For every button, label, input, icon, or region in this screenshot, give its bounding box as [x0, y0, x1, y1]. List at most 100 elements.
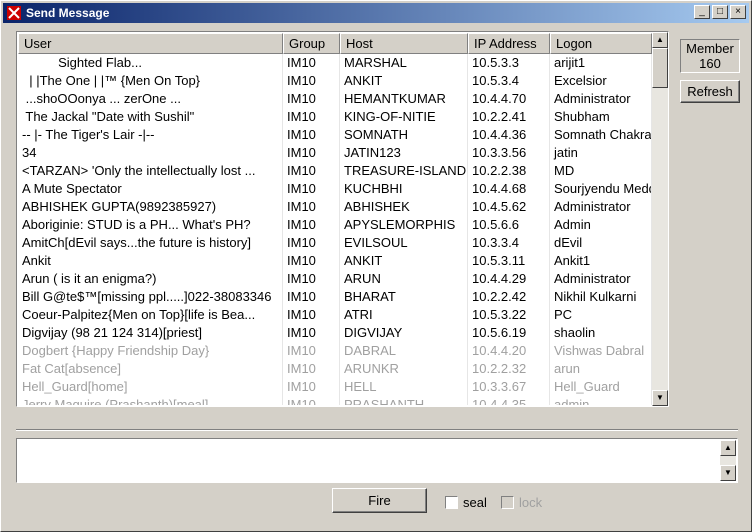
- seal-label: seal: [463, 495, 487, 510]
- cell-logon: Sourjyendu Medda: [550, 180, 652, 198]
- cell-host: PRASHANTH: [340, 396, 468, 405]
- cell-host: JATIN123: [340, 144, 468, 162]
- cell-host: HEMANTKUMAR: [340, 90, 468, 108]
- table-row[interactable]: A Mute Spectator IM10 KUCHBHI 10.4.4.68 Sour…: [18, 180, 652, 198]
- table-row[interactable]: AmitCh[dEvil says...the future is histor…: [18, 234, 652, 252]
- table-row[interactable]: Dogbert {Happy Friendship Day} IM10 DABRAL…: [18, 342, 652, 360]
- cell-logon: Administrator: [550, 270, 652, 288]
- seal-checkbox-box[interactable]: [445, 496, 458, 509]
- message-input[interactable]: ▲ ▼: [16, 438, 738, 483]
- cell-user: Sighted Flab...: [18, 54, 283, 72]
- cell-group: IM10: [283, 360, 340, 378]
- maximize-button[interactable]: □: [712, 5, 728, 19]
- cell-ip-address: 10.5.3.3: [468, 54, 550, 72]
- list-rows: Sighted Flab... IM10 MARSHAL 10.5.3.3 arijit…: [18, 54, 652, 405]
- table-row[interactable]: Sighted Flab... IM10 MARSHAL 10.5.3.3 arijit…: [18, 54, 652, 72]
- user-list[interactable]: User Group Host IP Address Logon Sighted…: [16, 31, 669, 407]
- title-bar[interactable]: Send Message _ □ ×: [3, 3, 749, 23]
- window-title: Send Message: [26, 6, 110, 20]
- table-row[interactable]: ...shoOOonya ... zerOne ... IM10 HEMANTKUM…: [18, 90, 652, 108]
- scroll-down-button[interactable]: ▼: [652, 390, 668, 406]
- cell-host: DABRAL: [340, 342, 468, 360]
- cell-group: IM10: [283, 108, 340, 126]
- table-row[interactable]: Digvijay (98 21 124 314)[priest] IM10 DIGV…: [18, 324, 652, 342]
- separator: [16, 429, 738, 431]
- table-row[interactable]: Aboriginie: STUD is a PH... What's PH? IM…: [18, 216, 652, 234]
- table-row[interactable]: Bill G@te$™[missing ppl.....]022-3808334…: [18, 288, 652, 306]
- message-scrollbar[interactable]: ▲ ▼: [720, 440, 736, 481]
- cell-user: Arun ( is it an enigma?): [18, 270, 283, 288]
- cell-group: IM10: [283, 378, 340, 396]
- cell-ip-address: 10.4.4.20: [468, 342, 550, 360]
- lock-checkbox[interactable]: lock: [501, 495, 542, 510]
- cell-user: The Jackal "Date with Sushil": [18, 108, 283, 126]
- minimize-button[interactable]: _: [694, 5, 710, 19]
- table-row[interactable]: Coeur-Palpitez{Men on Top}[life is Bea..…: [18, 306, 652, 324]
- message-scroll-up-button[interactable]: ▲: [720, 440, 736, 456]
- cell-ip-address: 10.5.6.6: [468, 216, 550, 234]
- scroll-up-button[interactable]: ▲: [652, 32, 668, 48]
- cell-host: ARUNKR: [340, 360, 468, 378]
- list-scrollbar[interactable]: ▲ ▼: [652, 32, 668, 406]
- cell-logon: shaolin: [550, 324, 652, 342]
- table-row[interactable]: Jerry Maguire (Prashanth)[meal] IM10 PRASH…: [18, 396, 652, 405]
- cell-user: ...shoOOonya ... zerOne ...: [18, 90, 283, 108]
- cell-host: SOMNATH: [340, 126, 468, 144]
- table-row[interactable]: Hell_Guard[home] IM10 HELL 10.3.3.67 Hell_Gu…: [18, 378, 652, 396]
- cell-logon: Ankit1: [550, 252, 652, 270]
- message-scroll-down-button[interactable]: ▼: [720, 465, 736, 481]
- cell-group: IM10: [283, 90, 340, 108]
- cell-logon: Administrator: [550, 90, 652, 108]
- column-header-group[interactable]: Group: [283, 33, 340, 54]
- cell-ip-address: 10.4.4.29: [468, 270, 550, 288]
- table-row[interactable]: 34 IM10 JATIN123 10.3.3.56 jatin: [18, 144, 652, 162]
- cell-user: Bill G@te$™[missing ppl.....]022-3808334…: [18, 288, 283, 306]
- column-header-user[interactable]: User: [18, 33, 283, 54]
- cell-group: IM10: [283, 342, 340, 360]
- table-row[interactable]: -- |- The Tiger's Lair -|-- IM10 SOMNATH 10…: [18, 126, 652, 144]
- cell-user: Jerry Maguire (Prashanth)[meal]: [18, 396, 283, 405]
- cell-group: IM10: [283, 72, 340, 90]
- cell-host: ANKIT: [340, 252, 468, 270]
- table-row[interactable]: Fat Cat[absence] IM10 ARUNKR 10.2.2.32 arun: [18, 360, 652, 378]
- app-icon: [7, 6, 21, 20]
- table-row[interactable]: Arun ( is it an enigma?) IM10 ARUN 10.4.4.2…: [18, 270, 652, 288]
- table-row[interactable]: ABHISHEK GUPTA(9892385927) IM10 ABHISHEK 10…: [18, 198, 652, 216]
- cell-logon: jatin: [550, 144, 652, 162]
- cell-user: Dogbert {Happy Friendship Day}: [18, 342, 283, 360]
- lock-checkbox-box[interactable]: [501, 496, 514, 509]
- cell-ip-address: 10.5.3.11: [468, 252, 550, 270]
- seal-checkbox[interactable]: seal: [445, 495, 487, 510]
- cell-ip-address: 10.2.2.38: [468, 162, 550, 180]
- cell-logon: arun: [550, 360, 652, 378]
- close-button[interactable]: ×: [730, 5, 746, 19]
- table-row[interactable]: Ankit IM10 ANKIT 10.5.3.11 Ankit1: [18, 252, 652, 270]
- cell-user: -- |- The Tiger's Lair -|--: [18, 126, 283, 144]
- table-row[interactable]: <TARZAN> 'Only the intellectually lost .…: [18, 162, 652, 180]
- cell-host: KUCHBHI: [340, 180, 468, 198]
- cell-logon: Shubham: [550, 108, 652, 126]
- column-header-ip-address[interactable]: IP Address: [468, 33, 550, 54]
- cell-user: <TARZAN> 'Only the intellectually lost .…: [18, 162, 283, 180]
- cell-group: IM10: [283, 396, 340, 405]
- cell-host: TREASURE-ISLAND: [340, 162, 468, 180]
- cell-ip-address: 10.2.2.32: [468, 360, 550, 378]
- table-row[interactable]: The Jackal "Date with Sushil" IM10 KING-OF…: [18, 108, 652, 126]
- column-header-logon[interactable]: Logon: [550, 33, 652, 54]
- table-row[interactable]: | |The One | |™ {Men On Top} IM10 ANKIT 10.…: [18, 72, 652, 90]
- cell-ip-address: 10.3.3.4: [468, 234, 550, 252]
- cell-user: A Mute Spectator: [18, 180, 283, 198]
- fire-button[interactable]: Fire: [332, 488, 427, 513]
- cell-host: EVILSOUL: [340, 234, 468, 252]
- column-header-host[interactable]: Host: [340, 33, 468, 54]
- cell-logon: Hell_Guard: [550, 378, 652, 396]
- cell-user: Coeur-Palpitez{Men on Top}[life is Bea..…: [18, 306, 283, 324]
- refresh-button[interactable]: Refresh: [680, 80, 740, 103]
- cell-logon: Administrator: [550, 198, 652, 216]
- close-icon: ×: [735, 6, 741, 17]
- cell-host: DIGVIJAY: [340, 324, 468, 342]
- cell-host: ANKIT: [340, 72, 468, 90]
- cell-logon: Admin: [550, 216, 652, 234]
- cell-ip-address: 10.3.3.67: [468, 378, 550, 396]
- scroll-thumb[interactable]: [652, 48, 668, 88]
